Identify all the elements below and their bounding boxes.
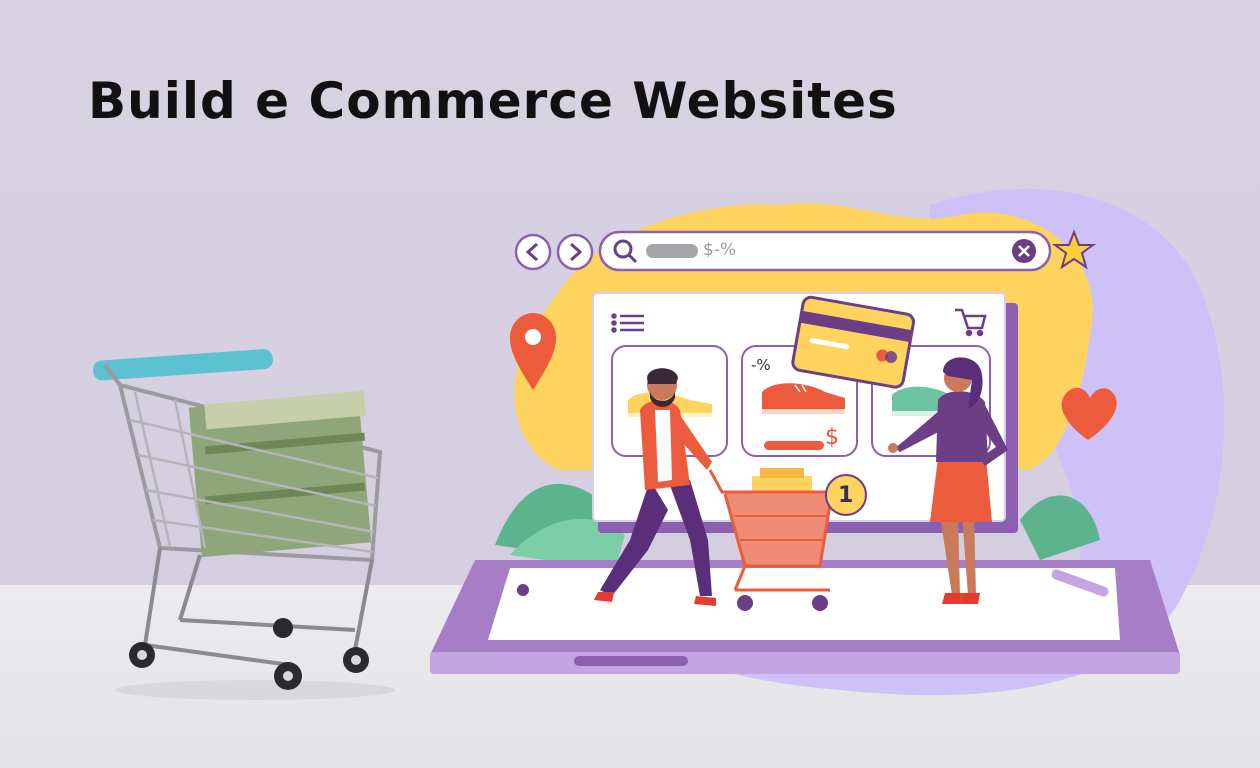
forward-button <box>556 233 594 271</box>
price-bar <box>764 441 824 450</box>
ecommerce-illustration <box>93 188 1225 700</box>
discount-tag: -% <box>751 356 771 374</box>
back-button <box>514 233 552 271</box>
search-query-text: $-% <box>703 240 737 260</box>
money-stack <box>188 390 372 558</box>
tablet-device <box>430 560 1180 674</box>
price-symbol: $ <box>825 425 839 450</box>
shopping-cart-photo <box>93 349 395 700</box>
cart-count: 1 <box>838 483 854 508</box>
